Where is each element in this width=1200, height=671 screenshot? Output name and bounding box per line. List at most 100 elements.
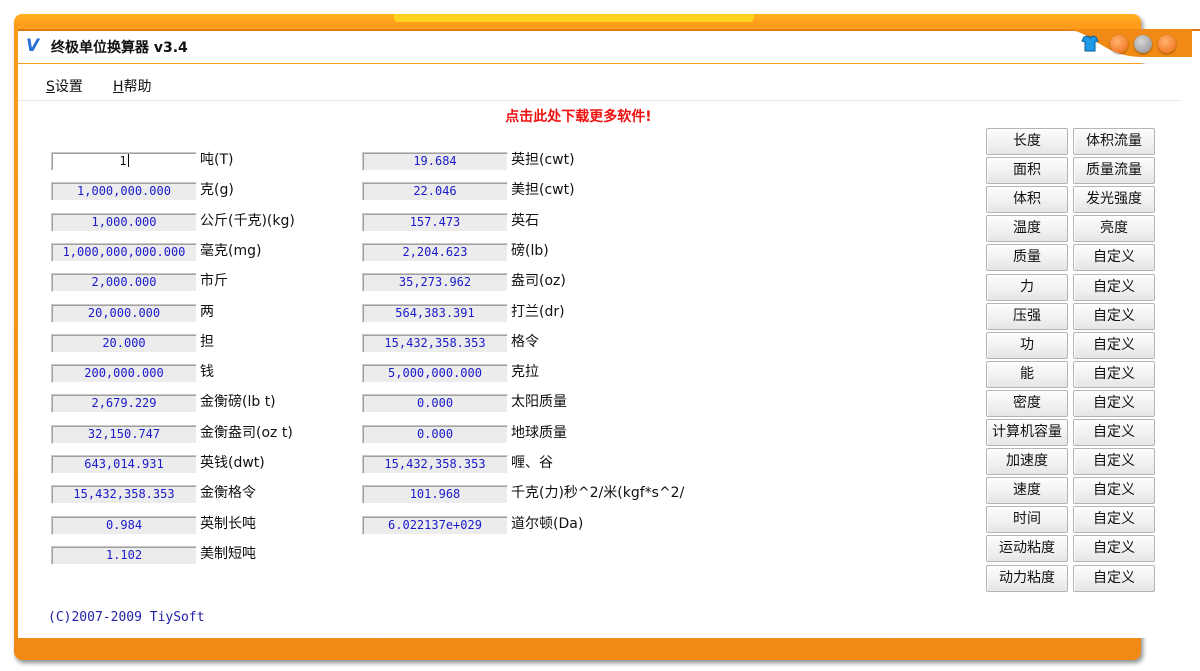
category-button[interactable]: 功 [986,331,1068,359]
category-button[interactable]: 密度 [986,389,1068,417]
category-button[interactable]: 自定义 [1073,302,1155,330]
unit-value-text: 32,150.747 [87,426,161,441]
category-button[interactable]: 体积流量 [1073,128,1155,155]
unit-value-text: 19.684 [413,154,457,168]
category-button[interactable]: 自定义 [1073,477,1155,505]
category-button[interactable]: 长度 [986,128,1068,155]
unit-label: 公斤(千克)(kg) [200,212,295,229]
category-button[interactable]: 自定义 [1073,331,1155,359]
unit-label: 英制长吨 [200,515,256,532]
unit-value-text: 1,000,000.000 [77,184,171,199]
category-button[interactable]: 自定义 [1073,419,1155,446]
unit-value-field[interactable]: 6.022137e+029 [362,515,508,535]
unit-label: 英担(cwt) [511,152,575,168]
category-button[interactable]: 能 [986,360,1068,388]
unit-label: 克拉 [511,364,539,381]
unit-value-field[interactable]: 15,432,358.353 [362,455,508,474]
category-button[interactable]: 力 [986,273,1068,301]
unit-label: 喱、谷 [511,455,553,471]
unit-value-text: 643,014.931 [84,457,164,471]
unit-value-field[interactable]: 0.000 [362,424,508,444]
unit-label: 金衡格令 [200,485,256,502]
category-button[interactable]: 温度 [986,215,1068,243]
app-logo-icon: V [26,36,40,56]
title-bar[interactable]: V 终极单位换算器 v3.4 [18,29,1200,63]
minimize-button[interactable] [1110,35,1128,53]
unit-value-field[interactable]: 2,204.623 [362,242,508,262]
category-button[interactable]: 计算机容量 [986,419,1068,446]
category-button[interactable]: 加速度 [986,448,1068,476]
category-button[interactable]: 发光强度 [1073,186,1155,214]
unit-label: 打兰(dr) [511,303,565,320]
unit-value-text: 15,432,358.353 [73,487,175,502]
category-button[interactable]: 自定义 [1073,506,1155,534]
unit-value-field[interactable]: 643,014.931 [51,455,197,474]
unit-value-field[interactable]: 19.684 [362,152,508,171]
unit-label: 太阳质量 [511,394,567,411]
unit-label: 盎司(oz) [511,273,566,290]
unit-value-text: 101.968 [409,487,461,502]
category-button[interactable]: 自定义 [1073,535,1155,563]
unit-value-text: 1 [119,154,127,168]
frame-highlight [394,14,754,22]
category-button[interactable]: 速度 [986,477,1068,505]
unit-value-field[interactable]: 1,000.000 [51,212,197,232]
unit-value-field[interactable]: 1 [51,152,197,171]
unit-value-field[interactable]: 15,432,358.353 [362,333,508,353]
category-button[interactable]: 面积 [986,157,1068,185]
unit-value-field[interactable]: 1,000,000.000 [51,182,197,202]
copyright-text: (C)2007-2009 TiySoft [48,610,205,625]
unit-value-text: 1,000,000,000.000 [62,244,186,259]
category-button[interactable]: 体积 [986,186,1068,214]
category-button[interactable]: 压强 [986,302,1068,330]
skin-button-icon[interactable] [1081,35,1099,52]
text-caret [127,154,129,167]
unit-value-field[interactable]: 35,273.962 [362,273,508,293]
unit-value-field[interactable]: 22.046 [362,182,508,202]
unit-label: 英石 [511,212,539,229]
unit-value-field[interactable]: 2,000.000 [51,273,197,293]
unit-value-text: 0.984 [105,517,143,532]
category-button[interactable]: 运动粘度 [986,535,1068,563]
category-button[interactable]: 自定义 [1073,564,1155,592]
unit-value-text: 5,000,000.000 [388,366,482,381]
category-button[interactable]: 质量流量 [1073,157,1155,185]
unit-value-field[interactable]: 101.968 [362,485,508,505]
unit-value-field[interactable]: 2,679.229 [51,394,197,414]
unit-value-text: 1,000.000 [91,214,157,229]
unit-label: 两 [200,303,214,320]
unit-label: 美制短吨 [200,545,256,562]
menu-settings[interactable]: S设置 [46,76,83,96]
unit-value-text: 20,000.000 [87,305,161,320]
unit-value-text: 0.000 [416,426,454,441]
unit-value-field[interactable]: 0.000 [362,394,508,414]
unit-value-field[interactable]: 1.102 [51,545,197,565]
category-button[interactable]: 动力粘度 [986,564,1068,592]
category-button[interactable]: 亮度 [1073,215,1155,243]
unit-value-field[interactable]: 157.473 [362,212,508,232]
unit-value-field[interactable]: 20,000.000 [51,303,197,323]
unit-value-field[interactable]: 200,000.000 [51,364,197,384]
category-button[interactable]: 自定义 [1073,244,1155,272]
unit-value-text: 200,000.000 [84,366,164,381]
download-more-link[interactable]: 点击此处下载更多软件! [18,106,1181,126]
unit-value-field[interactable]: 15,432,358.353 [51,485,197,505]
category-button[interactable]: 时间 [986,506,1068,534]
category-button[interactable]: 自定义 [1073,360,1155,388]
unit-value-field[interactable]: 20.000 [51,333,197,353]
unit-value-field[interactable]: 564,383.391 [362,303,508,323]
unit-value-field[interactable]: 5,000,000.000 [362,364,508,384]
category-button[interactable]: 自定义 [1073,448,1155,476]
category-button[interactable]: 自定义 [1073,273,1155,301]
menu-help[interactable]: H帮助 [113,76,152,96]
category-button[interactable]: 自定义 [1073,389,1155,417]
unit-value-text: 0.000 [416,396,454,411]
unit-value-field[interactable]: 0.984 [51,515,197,535]
unit-value-field[interactable]: 1,000,000,000.000 [51,242,197,262]
unit-label: 地球质量 [511,424,567,441]
maximize-button[interactable] [1134,35,1152,53]
close-button[interactable] [1158,35,1176,53]
unit-value-field[interactable]: 32,150.747 [51,424,197,444]
unit-label: 金衡盎司(oz t) [200,424,293,441]
category-button[interactable]: 质量 [986,244,1068,272]
